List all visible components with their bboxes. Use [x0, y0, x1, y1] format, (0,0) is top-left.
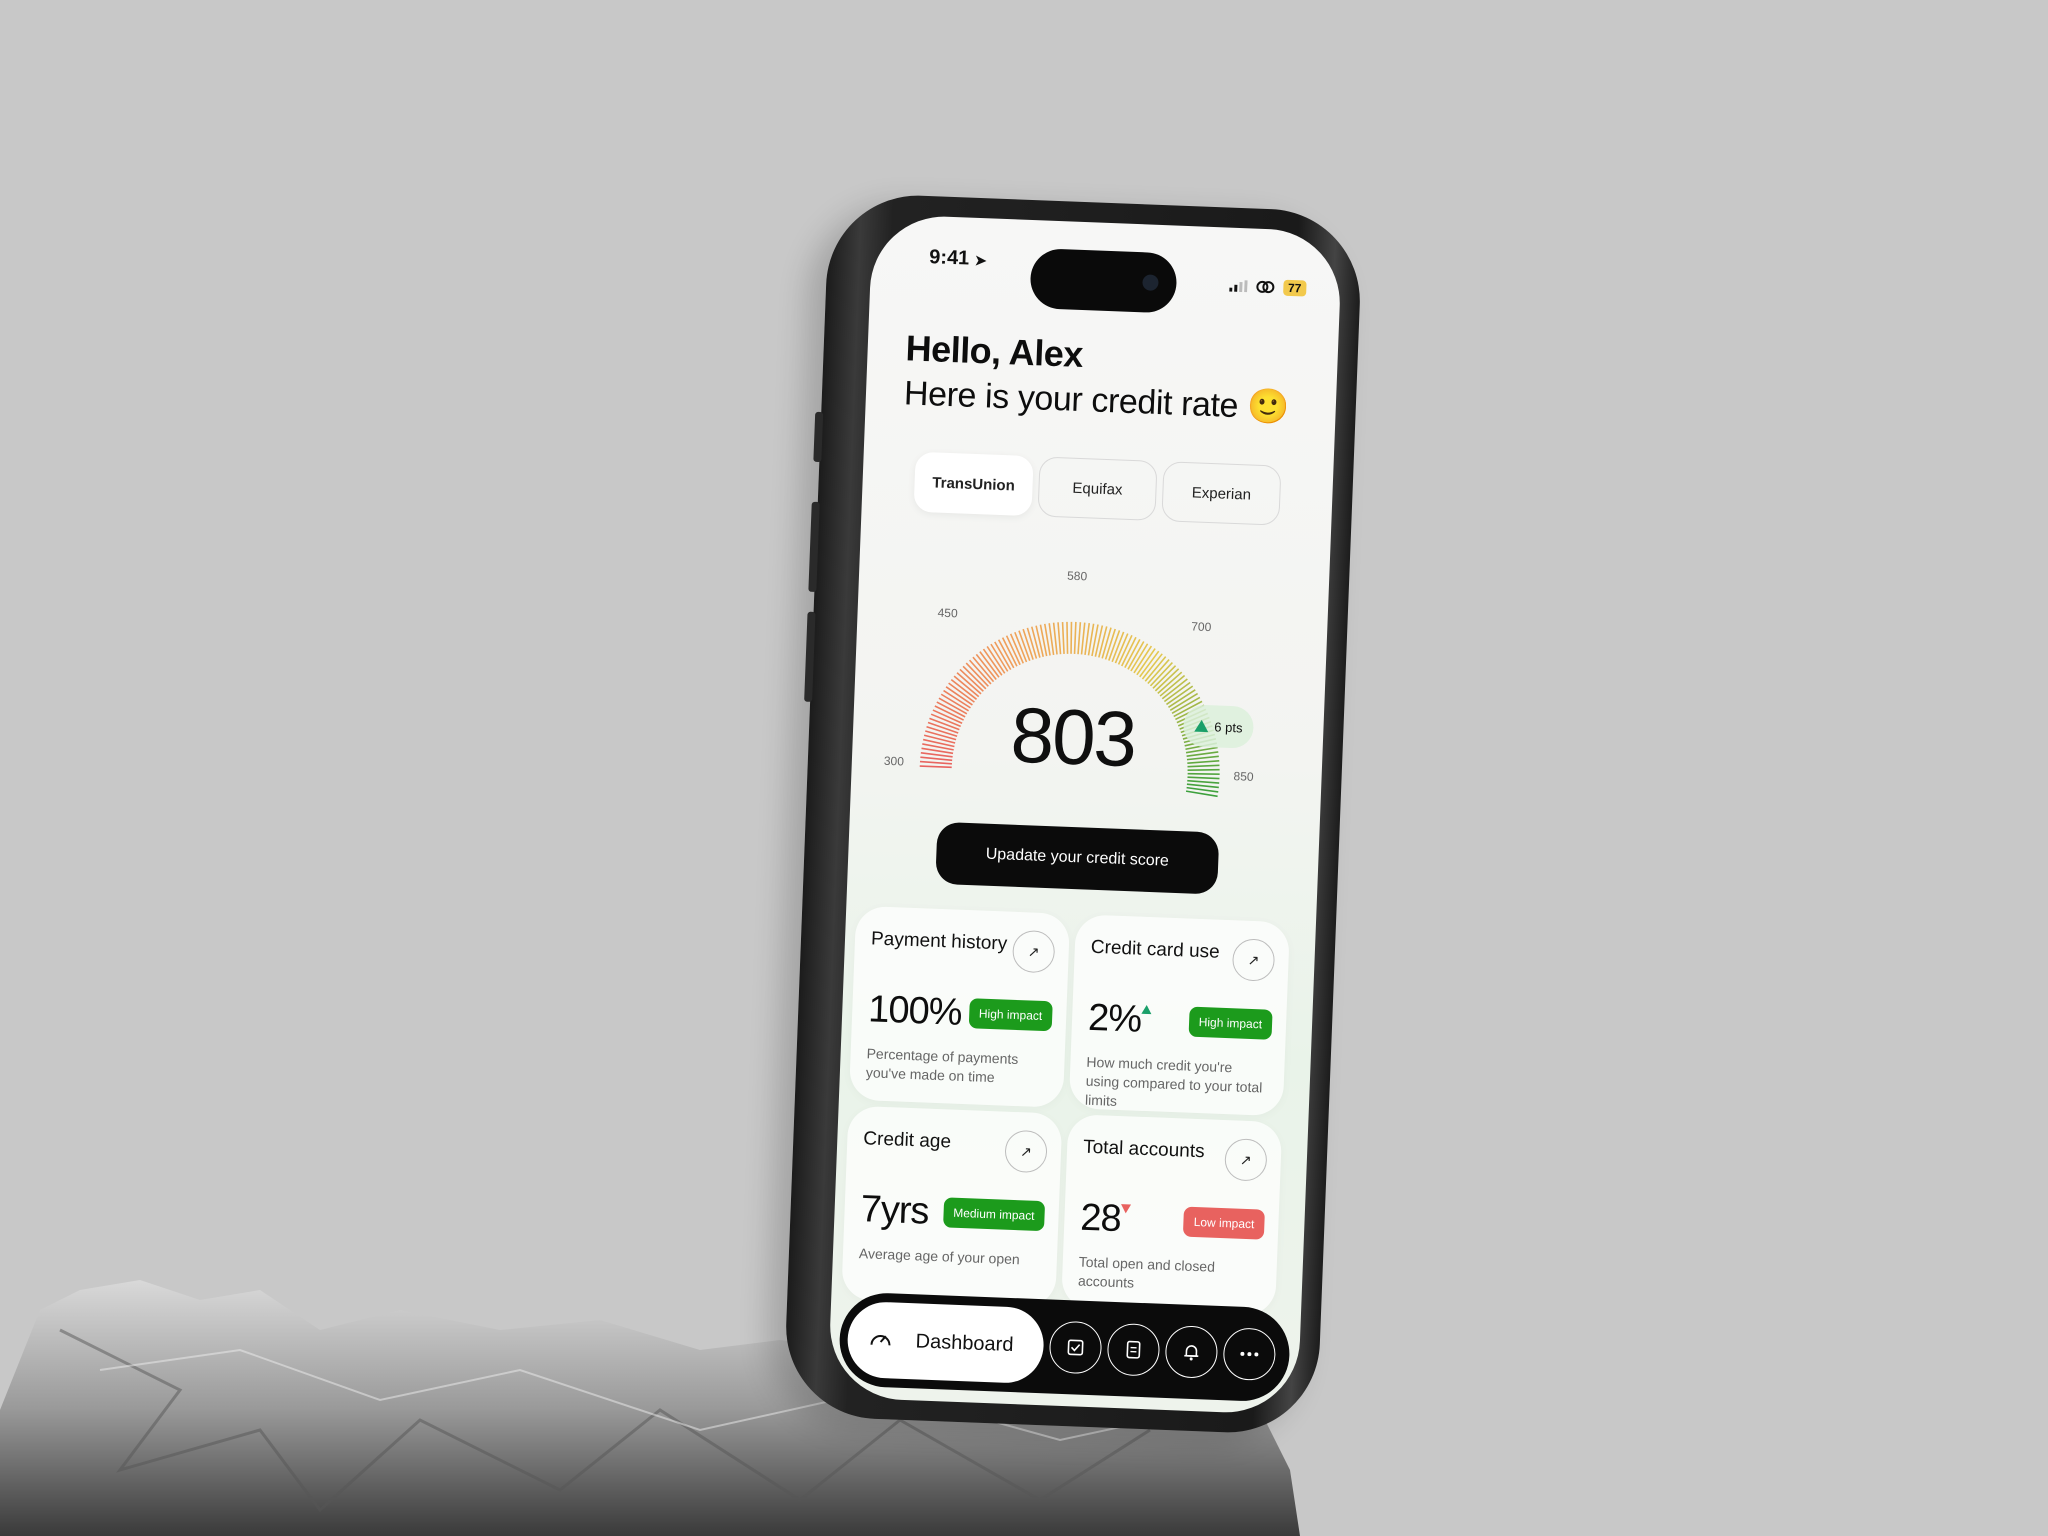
- gauge-tick: [1073, 621, 1077, 654]
- card-value: 28: [1080, 1197, 1132, 1242]
- bureau-tabs: TransUnion Equifax Experian: [913, 451, 1282, 526]
- gauge-tick: [1080, 622, 1086, 655]
- gauge-tick: [1098, 626, 1108, 658]
- update-score-button[interactable]: Upadate your credit score: [935, 821, 1220, 895]
- card-value: 2%: [1087, 997, 1152, 1042]
- gauge-tick: [1057, 622, 1062, 655]
- gauge-tick: [1070, 621, 1073, 654]
- trend-up-icon: [1194, 719, 1209, 733]
- card-value: 100%: [867, 988, 963, 1034]
- status-time-text: 9:41: [928, 246, 970, 270]
- arrow-up-right-icon[interactable]: ↗: [1011, 929, 1056, 974]
- tab-transunion[interactable]: TransUnion: [913, 451, 1034, 517]
- nav-dashboard-label: Dashboard: [915, 1329, 1014, 1356]
- tab-equifax[interactable]: Equifax: [1037, 456, 1158, 521]
- card-description: Total open and closed accounts: [1077, 1253, 1216, 1291]
- checklist-icon[interactable]: [1048, 1320, 1103, 1375]
- gauge-tick: [1133, 645, 1153, 674]
- gauge-tick: [1066, 621, 1069, 654]
- dynamic-island: [1029, 247, 1178, 314]
- card-payment-history[interactable]: Payment history ↗ 100% High impact Perce…: [848, 905, 1071, 1108]
- gauge-label-450: 450: [937, 606, 958, 621]
- status-icons: 77: [1228, 278, 1307, 297]
- battery-indicator: 77: [1282, 279, 1307, 297]
- greeting-block: Hello, Alex Here is your credit rate 🙂: [903, 327, 1291, 428]
- card-credit-age[interactable]: Credit age ↗ 7yrs Medium impact Average …: [841, 1105, 1063, 1308]
- impact-badge: Medium impact: [942, 1197, 1046, 1232]
- gauge-tick: [1039, 624, 1048, 657]
- link-icon: [1256, 280, 1275, 294]
- nav-dashboard[interactable]: Dashboard: [846, 1300, 1046, 1385]
- more-icon[interactable]: [1222, 1327, 1277, 1382]
- gauge-tick: [1136, 648, 1156, 676]
- status-time: 9:41 ➤: [929, 246, 987, 271]
- signal-icon: [1228, 280, 1248, 293]
- camera-icon: [1142, 274, 1159, 291]
- score-change-badge: 6 pts: [1182, 704, 1255, 749]
- card-description: Percentage of payments you've made on ti…: [865, 1045, 1019, 1086]
- card-credit-card-use[interactable]: Credit card use ↗ 2% High impact How muc…: [1068, 914, 1290, 1117]
- arrow-up-right-icon[interactable]: ↗: [1004, 1129, 1048, 1174]
- location-arrow-icon: ➤: [974, 251, 987, 269]
- bottom-nav: Dashboard: [837, 1291, 1292, 1403]
- card-description: How much credit you're using compared to…: [1084, 1053, 1263, 1109]
- impact-badge: High impact: [1188, 1006, 1273, 1040]
- gauge-tick: [990, 643, 1009, 672]
- screen: 9:41 ➤ 77 Hello, Alex Here is your credi…: [827, 213, 1343, 1416]
- gauge-tick: [1061, 622, 1065, 654]
- gauge-label-700: 700: [1191, 619, 1212, 634]
- card-description: Average age of your open: [858, 1245, 1021, 1268]
- speedometer-icon: [870, 1335, 891, 1346]
- arrow-up-right-icon[interactable]: ↗: [1224, 1138, 1268, 1182]
- gauge-tick: [1077, 622, 1082, 655]
- document-icon[interactable]: [1106, 1322, 1161, 1377]
- tab-experian[interactable]: Experian: [1161, 461, 1282, 526]
- arrow-up-right-icon[interactable]: ↗: [1231, 938, 1276, 982]
- gauge-tick: [1130, 643, 1149, 672]
- card-total-accounts[interactable]: Total accounts ↗ 28 Low impact Total ope…: [1061, 1114, 1283, 1317]
- impact-badge: Low impact: [1183, 1206, 1265, 1240]
- impact-badge: High impact: [968, 998, 1053, 1032]
- trend-down-icon: [1120, 1204, 1132, 1214]
- score-change-text: 6 pts: [1214, 718, 1243, 735]
- phone: 9:41 ➤ 77 Hello, Alex Here is your credi…: [782, 192, 1364, 1436]
- card-value: 7yrs: [859, 1188, 930, 1233]
- gauge-label-580: 580: [1067, 569, 1088, 584]
- card-value-text: 28: [1079, 1196, 1122, 1241]
- card-value-text: 2%: [1087, 996, 1142, 1041]
- trend-up-icon: [1141, 1004, 1152, 1015]
- bell-icon[interactable]: [1164, 1324, 1219, 1379]
